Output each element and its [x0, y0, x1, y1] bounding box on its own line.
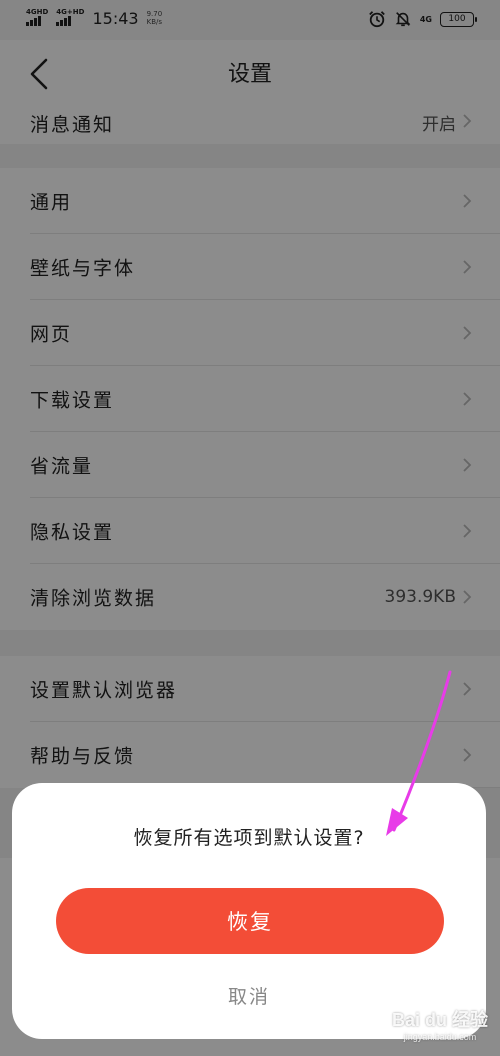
annotation-arrow-icon: [386, 670, 452, 836]
watermark-logo: Bai du 经验: [391, 1010, 488, 1030]
cancel-button[interactable]: 取消: [149, 975, 349, 1015]
watermark-url: jingyan.baidu.com: [403, 1032, 477, 1042]
baidu-watermark: Bai du 经验 jingyan.baidu.com: [392, 1006, 488, 1042]
restore-button[interactable]: 恢复: [56, 888, 444, 954]
